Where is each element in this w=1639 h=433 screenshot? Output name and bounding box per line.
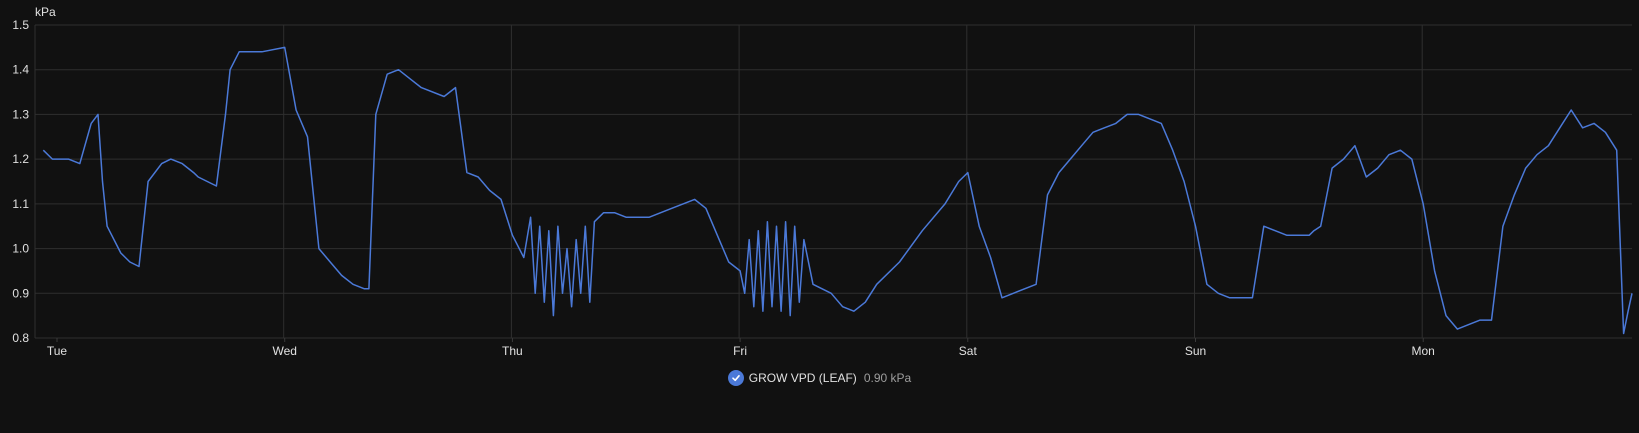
y-tick-label: 1.3 bbox=[12, 107, 29, 121]
x-tick-label: Tue bbox=[47, 344, 68, 358]
x-axis: Tue Wed Thu Fri Sat Sun Mon bbox=[47, 338, 1435, 358]
y-tick-label: 1.1 bbox=[12, 197, 29, 211]
y-tick-label: 1.5 bbox=[12, 18, 29, 32]
series-line-grow-vpd-leaf[interactable] bbox=[42, 46, 1633, 335]
y-axis-unit-label: kPa bbox=[35, 5, 56, 19]
x-tick-label: Sat bbox=[959, 344, 978, 358]
y-tick-label: 1.4 bbox=[12, 63, 29, 77]
y-tick-label: 0.9 bbox=[12, 286, 29, 300]
vpd-chart-panel: 0.8 0.9 1.0 1.1 1.2 1.3 1.4 1.5 Tue Wed Thu Fri Sat… bbox=[0, 0, 1639, 433]
y-tick-label: 1.2 bbox=[12, 152, 29, 166]
x-tick-label: Wed bbox=[272, 344, 296, 358]
y-tick-label: 0.8 bbox=[12, 331, 29, 345]
x-tick-label: Sun bbox=[1185, 344, 1206, 358]
y-tick-label: 1.0 bbox=[12, 242, 29, 256]
legend: GROW VPD (LEAF) 0.90 kPa bbox=[0, 370, 1639, 386]
legend-series-name: GROW VPD (LEAF) bbox=[748, 371, 857, 385]
legend-item-grow-vpd[interactable]: GROW VPD (LEAF) 0.90 kPa bbox=[727, 370, 912, 386]
grid-lines bbox=[34, 24, 1632, 339]
legend-current-value: 0.90 kPa bbox=[863, 371, 912, 385]
checkmark-icon[interactable] bbox=[727, 370, 744, 386]
y-axis: 0.8 0.9 1.0 1.1 1.2 1.3 1.4 1.5 bbox=[12, 18, 29, 345]
series-layer bbox=[42, 46, 1633, 335]
x-tick-label: Mon bbox=[1412, 344, 1435, 358]
x-tick-label: Thu bbox=[502, 344, 523, 358]
line-chart: 0.8 0.9 1.0 1.1 1.2 1.3 1.4 1.5 Tue Wed Thu Fri Sat… bbox=[12, 5, 1633, 358]
x-tick-label: Fri bbox=[733, 344, 747, 358]
